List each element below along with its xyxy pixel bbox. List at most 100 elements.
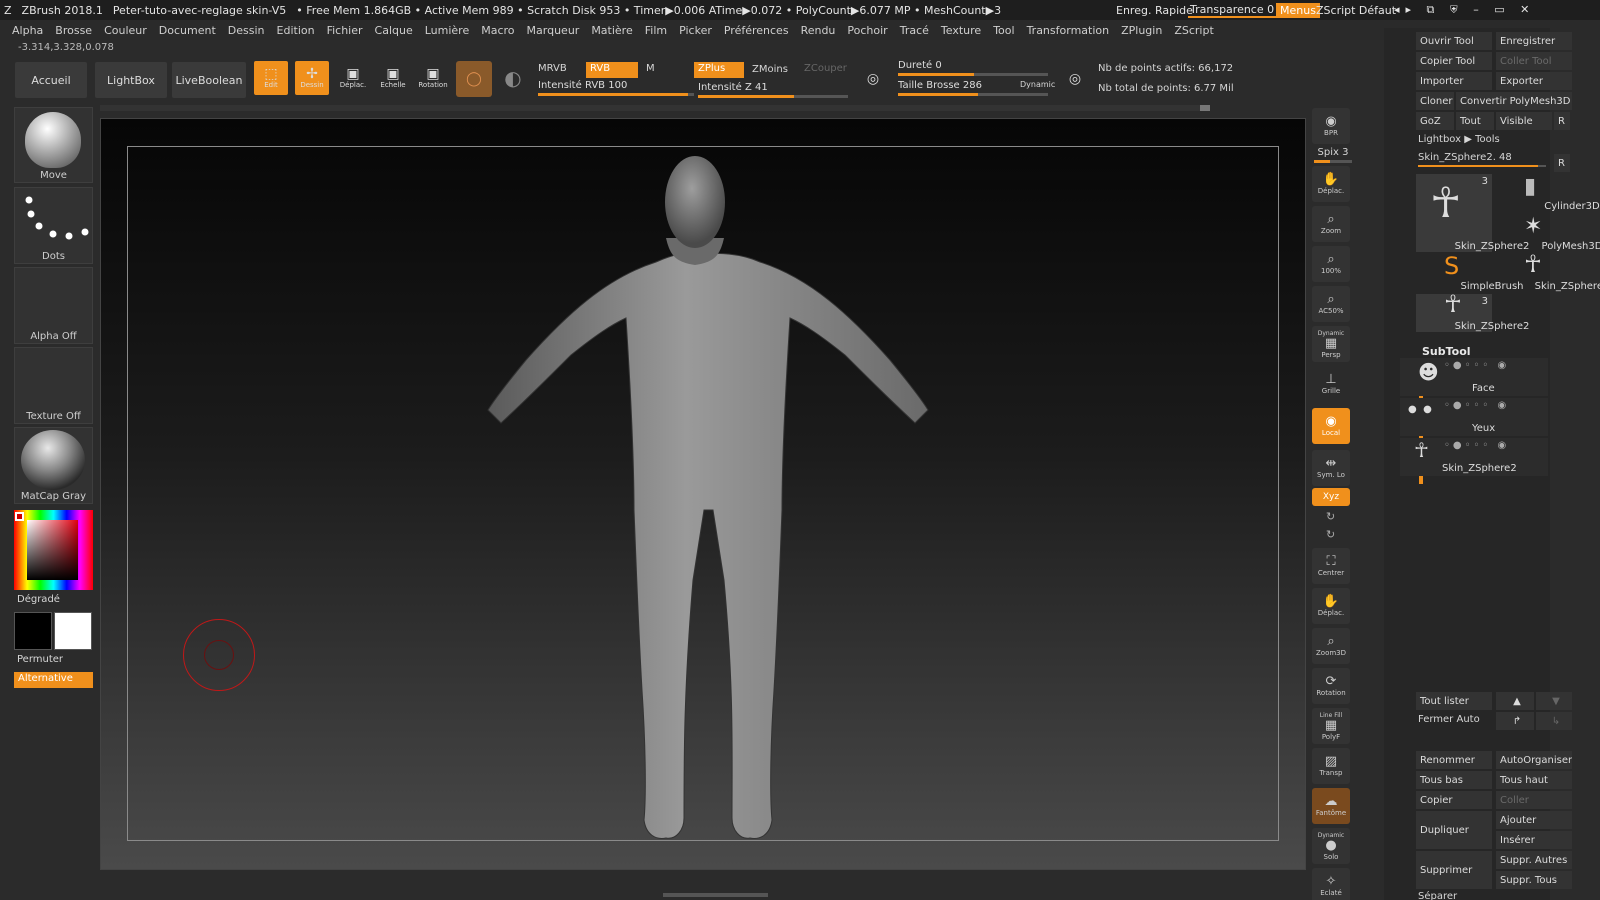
r-button[interactable]: R bbox=[1554, 112, 1570, 130]
swap-colors-button[interactable]: Permuter bbox=[17, 654, 63, 665]
hardness-slider[interactable]: Dureté 0 bbox=[898, 60, 1048, 76]
color-sphere-button[interactable]: ◐ bbox=[496, 61, 530, 95]
menu-item[interactable]: Texture bbox=[941, 24, 981, 37]
delete-others-button[interactable]: Suppr. Autres bbox=[1496, 851, 1572, 869]
scale-mode-button[interactable]: ▣ Echelle bbox=[376, 61, 410, 95]
paste-subtool-button[interactable]: Coller bbox=[1496, 791, 1572, 809]
r-button-2[interactable]: R bbox=[1554, 154, 1570, 172]
menu-item[interactable]: Transformation bbox=[1027, 24, 1110, 37]
character-mesh[interactable] bbox=[470, 150, 950, 850]
tool-thumb-polymesh3d[interactable]: ✶ PolyMesh3D bbox=[1496, 214, 1600, 252]
alpha-selector[interactable]: Alpha Off bbox=[14, 267, 93, 344]
draw-size-icon[interactable]: ◎ bbox=[1058, 62, 1092, 96]
rgb-intensity-slider[interactable]: Intensité RVB 100 bbox=[538, 80, 694, 96]
spix-slider[interactable]: Spix 3 bbox=[1314, 147, 1352, 163]
mrgb-toggle[interactable]: MRVB bbox=[538, 63, 567, 74]
bpr-button[interactable]: ◉ BPR bbox=[1312, 108, 1350, 144]
save-tool-button[interactable]: Enregistrer bbox=[1496, 32, 1572, 50]
quicksave-button[interactable]: Enreg. Rapide bbox=[1116, 4, 1193, 17]
stroke-selector[interactable]: Dots bbox=[14, 187, 93, 264]
all-button[interactable]: Tout bbox=[1456, 112, 1494, 130]
auto-collapse-toggle[interactable]: Fermer Auto bbox=[1418, 714, 1480, 725]
dynamic-toggle[interactable]: Dynamic bbox=[1020, 80, 1055, 89]
menu-item[interactable]: Couleur bbox=[104, 24, 147, 37]
subtool-header[interactable]: SubTool bbox=[1422, 345, 1471, 358]
move-view-button[interactable]: ✋ Déplac. bbox=[1312, 166, 1350, 202]
ghost-button[interactable]: ☁ Fantôme bbox=[1312, 788, 1350, 824]
move-down-icon[interactable]: ↳ bbox=[1536, 712, 1572, 730]
menu-item[interactable]: ZScript bbox=[1174, 24, 1213, 37]
current-tool-slider[interactable]: Skin_ZSphere2. 48 bbox=[1418, 152, 1546, 167]
goz-button[interactable]: GoZ bbox=[1416, 112, 1454, 130]
arrow-up-icon[interactable]: ▲ bbox=[1496, 692, 1534, 710]
local-symmetry-button[interactable]: ⇹ Sym. Lo bbox=[1312, 450, 1350, 486]
ac50-button[interactable]: ⌕ AC50% bbox=[1312, 286, 1350, 322]
rgb-toggle[interactable]: RVB bbox=[586, 62, 638, 78]
menu-item[interactable]: Fichier bbox=[327, 24, 363, 37]
menu-item[interactable]: Tracé bbox=[900, 24, 929, 37]
export-button[interactable]: Exporter bbox=[1496, 72, 1572, 90]
menu-item[interactable]: Brosse bbox=[55, 24, 92, 37]
paste-tool-button[interactable]: Coller Tool bbox=[1496, 52, 1572, 70]
focal-shift-icon[interactable]: ◎ bbox=[856, 62, 890, 96]
m-toggle[interactable]: M bbox=[646, 63, 655, 74]
explode-button[interactable]: ✧ Eclaté bbox=[1312, 868, 1350, 900]
zadd-toggle[interactable]: ZPlus bbox=[694, 62, 744, 78]
menu-item[interactable]: Rendu bbox=[801, 24, 836, 37]
gradient-toggle[interactable]: Dégradé bbox=[17, 594, 60, 605]
z-intensity-slider[interactable]: Intensité Z 41 bbox=[698, 82, 848, 98]
clone-button[interactable]: Cloner bbox=[1416, 92, 1454, 110]
open-tool-button[interactable]: Ouvrir Tool bbox=[1416, 32, 1492, 50]
import-button[interactable]: Importer bbox=[1416, 72, 1492, 90]
frame-button[interactable]: ⛶ Centrer bbox=[1312, 548, 1350, 584]
split-button[interactable]: Séparer bbox=[1418, 891, 1457, 900]
menu-item[interactable]: Film bbox=[645, 24, 667, 37]
rotate-mode-button[interactable]: ▣ Rotation bbox=[416, 61, 450, 95]
insert-button[interactable]: Insérer bbox=[1496, 831, 1572, 849]
move-mode-button[interactable]: ▣ Déplac. bbox=[336, 61, 370, 95]
draw-mode-button[interactable]: ✢ Dessin bbox=[295, 61, 329, 95]
menu-item[interactable]: Alpha bbox=[12, 24, 43, 37]
tool-thumb-skin-zsphere2-b[interactable]: ☥ 3 Skin_ZSphere2 bbox=[1416, 290, 1529, 332]
menu-item[interactable]: Matière bbox=[591, 24, 632, 37]
subtool-row-skin-zsphere2[interactable]: ☥ ◦●◦◦◦ ◉ Skin_ZSphere2 bbox=[1400, 438, 1548, 476]
rename-button[interactable]: Renommer bbox=[1416, 751, 1492, 769]
menu-item[interactable]: Lumière bbox=[425, 24, 470, 37]
menu-item[interactable]: Picker bbox=[679, 24, 712, 37]
primary-color-swatch[interactable] bbox=[14, 612, 52, 650]
solo-button[interactable]: Dynamic ● Solo bbox=[1312, 828, 1350, 864]
arrow-down-icon[interactable]: ▼ bbox=[1536, 692, 1572, 710]
delete-all-button[interactable]: Suppr. Tous bbox=[1496, 871, 1572, 889]
subtool-toggles[interactable]: ◦●◦◦◦ ◉ bbox=[1444, 440, 1509, 451]
move-view-button-2[interactable]: ✋ Déplac. bbox=[1312, 588, 1350, 624]
copy-tool-button[interactable]: Copier Tool bbox=[1416, 52, 1492, 70]
tool-thumb-cylinder3d[interactable]: ▮ Cylinder3D bbox=[1496, 174, 1600, 212]
shelf-scrollbar[interactable] bbox=[100, 105, 1210, 111]
make-polymesh3d-button[interactable]: Convertir PolyMesh3D bbox=[1456, 92, 1572, 110]
duplicate-button[interactable]: Dupliquer bbox=[1416, 811, 1492, 849]
visible-button[interactable]: Visible bbox=[1496, 112, 1552, 130]
xyz-rotation-toggle[interactable]: Xyz bbox=[1312, 488, 1350, 506]
brush-selector[interactable]: Move bbox=[14, 107, 93, 183]
tool-thumb-skin-zsphere1[interactable]: ☥ Skin_ZSphere1 bbox=[1496, 250, 1600, 292]
menu-item[interactable]: Edition bbox=[277, 24, 315, 37]
copy-subtool-button[interactable]: Copier bbox=[1416, 791, 1492, 809]
menu-item[interactable]: Calque bbox=[375, 24, 413, 37]
home-button[interactable]: Accueil bbox=[15, 62, 87, 98]
zscript-default-button[interactable]: ZScript Défaut bbox=[1316, 4, 1396, 17]
subtool-row-face[interactable]: ☻ ◦●◦◦◦ ◉ Face bbox=[1400, 358, 1548, 396]
all-high-button[interactable]: Tous haut bbox=[1496, 771, 1572, 789]
append-button[interactable]: Ajouter bbox=[1496, 811, 1572, 829]
color-picker[interactable] bbox=[14, 510, 93, 590]
lightbox-button[interactable]: LightBox bbox=[95, 62, 167, 98]
window-controls[interactable]: ◂▸ ⧉ ⛨ – ▭ ✕ bbox=[1394, 3, 1535, 17]
menu-item[interactable]: Pochoir bbox=[847, 24, 887, 37]
alternative-toggle[interactable]: Alternative bbox=[14, 672, 93, 688]
liveboolean-button[interactable]: LiveBoolean bbox=[172, 62, 246, 98]
zoom-button[interactable]: ⌕ Zoom bbox=[1312, 206, 1350, 242]
actual-size-button[interactable]: ⌕ 100% bbox=[1312, 246, 1350, 282]
texture-selector[interactable]: Texture Off bbox=[14, 347, 93, 424]
menu-item[interactable]: Macro bbox=[481, 24, 514, 37]
subtool-toggles[interactable]: ◦●◦◦◦ ◉ bbox=[1444, 400, 1509, 411]
material-sphere-button[interactable]: ◯ bbox=[456, 61, 492, 97]
